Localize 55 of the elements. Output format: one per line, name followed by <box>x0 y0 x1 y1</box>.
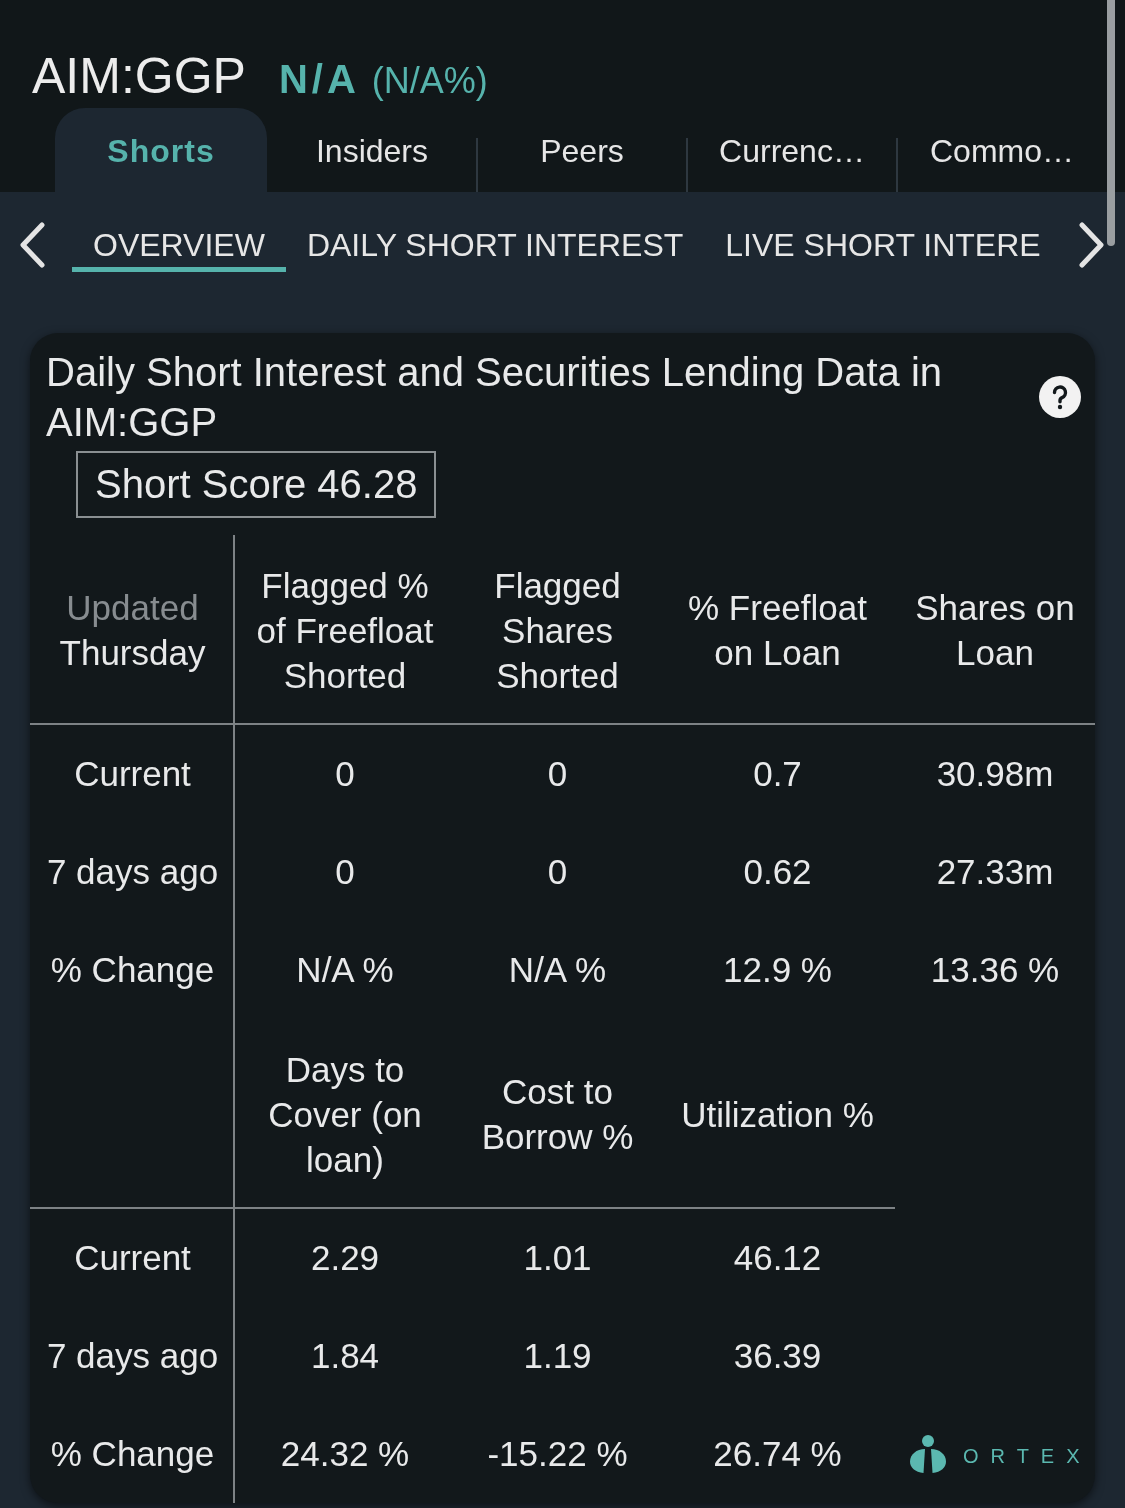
data-value: 46.12 <box>733 1237 822 1279</box>
column-header: % Freefloat on Loan <box>687 587 868 674</box>
column-header: Flagged Shares Shorted <box>493 564 622 697</box>
data-value: 13.36 % <box>930 949 1060 991</box>
column-header: Shares on Loan <box>914 587 1076 674</box>
data-value: 26.74 % <box>713 1433 842 1475</box>
subtab[interactable]: LIVE SHORT INTERE <box>704 225 1062 272</box>
data-value: 12.9 % <box>723 949 832 991</box>
tab[interactable]: Shorts <box>55 108 267 192</box>
data-value: 0 <box>547 753 568 795</box>
data-value: 30.98m <box>936 753 1054 795</box>
data-value: N/A % <box>508 949 607 991</box>
data-value: 0.62 <box>743 851 812 893</box>
data-value: 36.39 <box>733 1335 822 1377</box>
row-label: Current <box>74 753 191 795</box>
short-score: Short Score 46.28 <box>76 451 437 518</box>
data-value: 0.7 <box>753 753 802 795</box>
tab[interactable]: Commo… <box>897 108 1107 192</box>
ticker-symbol: AIM:GGP <box>32 47 246 106</box>
price-change: (N/A%) <box>371 60 488 102</box>
data-value: 0 <box>335 753 355 795</box>
brand-name: ORTEX <box>963 1444 1092 1468</box>
data-value: 1.19 <box>523 1335 592 1377</box>
help-icon[interactable] <box>1039 376 1081 418</box>
row-label: % Change <box>50 1433 215 1475</box>
column-header: Cost to Borrow % <box>480 1071 635 1158</box>
row-label: Current <box>74 1237 191 1279</box>
scroll-bar[interactable] <box>1107 0 1115 246</box>
data-value: 24.32 % <box>280 1433 410 1475</box>
data-value: -15.22 % <box>487 1433 628 1475</box>
data-value: 0 <box>335 851 355 893</box>
data-value: 1.84 <box>310 1335 380 1377</box>
chevron-right-icon[interactable] <box>1078 222 1106 268</box>
chevron-left-icon[interactable] <box>18 222 46 268</box>
data-value: 2.29 <box>310 1237 380 1279</box>
updated-label: Updated <box>66 587 199 629</box>
row-label: 7 days ago <box>46 1335 219 1377</box>
subtab[interactable]: OVERVIEW <box>72 225 286 272</box>
logo-icon <box>910 1435 946 1473</box>
updated-day: Thursday <box>59 630 206 675</box>
row-label: 7 days ago <box>46 851 219 893</box>
row-label: % Change <box>50 949 215 991</box>
card-title: Daily Short Interest and Securities Lending Data in AIM:GGP <box>46 349 944 446</box>
data-value: 0 <box>547 851 568 893</box>
tab[interactable]: Currenc… <box>687 108 897 192</box>
data-value: 27.33m <box>936 851 1054 893</box>
tab[interactable]: Insiders <box>267 108 477 192</box>
column-header: Utilization % <box>681 1093 874 1136</box>
tab[interactable]: Peers <box>477 108 687 192</box>
column-header: Days to Cover (on loan) <box>267 1048 423 1181</box>
data-value: N/A % <box>296 949 394 991</box>
data-value: 1.01 <box>523 1237 592 1279</box>
subtab[interactable]: DAILY SHORT INTEREST <box>285 225 705 272</box>
column-header: Flagged % of Freefloat Shorted <box>255 564 435 697</box>
price-value: N/A <box>278 57 360 102</box>
